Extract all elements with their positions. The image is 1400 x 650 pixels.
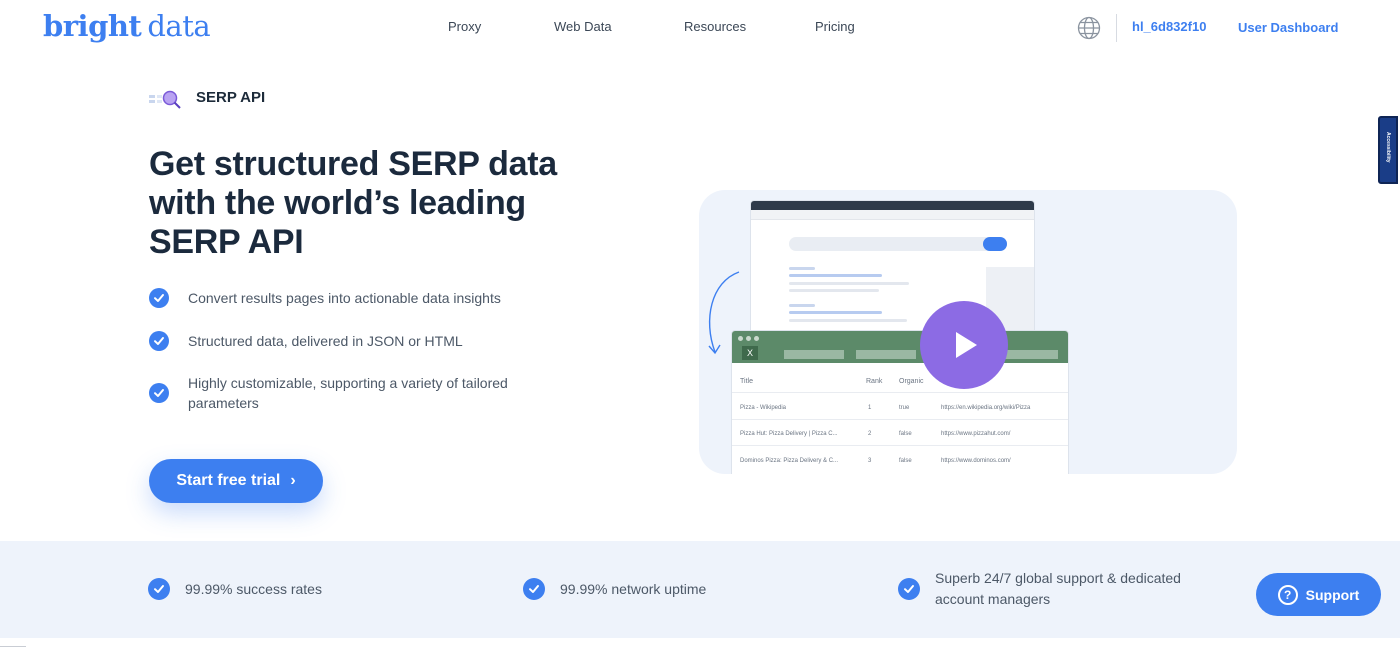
results-table-mockup: X Title Rank Organic Pizza - Wikipedia 1… bbox=[731, 330, 1069, 474]
table-cell: false bbox=[899, 431, 912, 437]
serp-illustration: X Title Rank Organic Pizza - Wikipedia 1… bbox=[699, 190, 1237, 474]
table-cell: 2 bbox=[868, 431, 872, 437]
cta-label: Start free trial bbox=[176, 472, 281, 489]
table-cell: Dominos Pizza: Pizza Delivery & C... bbox=[740, 458, 839, 464]
product-label: SERP API bbox=[196, 89, 266, 106]
check-icon bbox=[148, 578, 170, 600]
accessibility-tab-label: Accessibility bbox=[1385, 132, 1391, 163]
mock-line bbox=[789, 274, 882, 277]
feature-item: Convert results pages into actionable da… bbox=[149, 288, 548, 308]
feature-text: Convert results pages into actionable da… bbox=[188, 290, 501, 306]
window-dot bbox=[746, 336, 751, 341]
row-divider bbox=[732, 392, 1068, 393]
window-dot bbox=[754, 336, 759, 341]
table-cell: 1 bbox=[868, 405, 872, 411]
table-cell: true bbox=[899, 405, 910, 411]
table-cell: https://www.pizzahut.com/ bbox=[941, 431, 1011, 437]
site-header: bright data Proxy Web Data Resources Pric… bbox=[0, 0, 1400, 56]
table-cell: false bbox=[899, 458, 912, 464]
column-header: Organic bbox=[899, 378, 924, 385]
row-divider bbox=[732, 445, 1068, 446]
benefit-text: 99.99% success rates bbox=[185, 580, 322, 597]
globe-icon[interactable] bbox=[1077, 16, 1101, 40]
mock-line bbox=[789, 304, 815, 307]
mock-line bbox=[789, 267, 815, 270]
browser-titlebar bbox=[751, 201, 1034, 210]
serp-magnifier-icon bbox=[149, 90, 181, 109]
browser-address-bar bbox=[751, 210, 1034, 220]
close-icon: X bbox=[742, 346, 758, 360]
table-titlebar: X bbox=[732, 331, 1068, 363]
logo-bright: bright bbox=[43, 9, 142, 43]
benefit-text: Superb 24/7 global support & dedicated a… bbox=[935, 570, 1181, 607]
user-dashboard-link[interactable]: User Dashboard bbox=[1238, 20, 1338, 35]
nav-web-data[interactable]: Web Data bbox=[554, 19, 612, 34]
check-icon bbox=[149, 288, 169, 308]
column-header: Rank bbox=[866, 378, 883, 385]
support-label: Support bbox=[1305, 586, 1360, 603]
row-divider bbox=[732, 419, 1068, 420]
start-free-trial-button[interactable]: Start free trial › bbox=[149, 459, 323, 503]
check-icon bbox=[523, 578, 545, 600]
nav-pricing[interactable]: Pricing bbox=[815, 19, 855, 34]
mock-tab bbox=[784, 350, 844, 359]
table-cell: 3 bbox=[868, 458, 872, 464]
table-cell: Pizza Hut: Pizza Delivery | Pizza C... bbox=[740, 431, 838, 437]
mock-line bbox=[789, 319, 907, 322]
page-edge-mark bbox=[0, 646, 26, 650]
help-icon: ? bbox=[1277, 584, 1298, 605]
benefit-item: 99.99% network uptime bbox=[523, 578, 706, 600]
nav-proxy[interactable]: Proxy bbox=[448, 19, 481, 34]
nav-resources[interactable]: Resources bbox=[684, 19, 746, 34]
chevron-right-icon: › bbox=[290, 472, 296, 489]
logo[interactable]: bright data bbox=[43, 9, 211, 44]
table-cell: Pizza - Wikipedia bbox=[740, 405, 787, 411]
column-header: Title bbox=[740, 378, 753, 385]
check-icon bbox=[149, 383, 169, 403]
check-icon bbox=[149, 331, 169, 351]
window-dot bbox=[738, 336, 743, 341]
mock-search-icon bbox=[983, 237, 1007, 251]
mock-tab bbox=[856, 350, 916, 359]
feature-text: Structured data, delivered in JSON or HT… bbox=[188, 333, 463, 349]
play-icon bbox=[956, 332, 977, 358]
benefit-item: Superb 24/7 global support & dedicated a… bbox=[898, 568, 1205, 610]
table-cell: https://www.dominos.com/ bbox=[941, 458, 1011, 464]
feature-item: Highly customizable, supporting a variet… bbox=[149, 373, 533, 413]
table-cell: https://en.wikipedia.org/wiki/Pizza bbox=[941, 405, 1031, 411]
account-id-link[interactable]: hl_6d832f10 bbox=[1132, 19, 1206, 34]
benefit-text: 99.99% network uptime bbox=[560, 580, 707, 597]
mock-line bbox=[789, 311, 882, 314]
feature-item: Structured data, delivered in JSON or HT… bbox=[149, 331, 548, 351]
support-button[interactable]: ? Support bbox=[1256, 573, 1381, 616]
check-icon bbox=[898, 578, 920, 600]
mock-search-bar bbox=[789, 237, 1007, 251]
benefit-item: 99.99% success rates bbox=[148, 578, 322, 600]
logo-data: data bbox=[147, 9, 211, 43]
play-video-button[interactable] bbox=[920, 301, 1008, 389]
mock-tab bbox=[1004, 350, 1058, 359]
hero-title: Get structured SERP data with the world’… bbox=[149, 145, 557, 261]
mock-line bbox=[789, 282, 909, 285]
feature-text: Highly customizable, supporting a variet… bbox=[188, 375, 508, 411]
mock-line bbox=[789, 289, 879, 292]
header-divider bbox=[1116, 14, 1117, 42]
